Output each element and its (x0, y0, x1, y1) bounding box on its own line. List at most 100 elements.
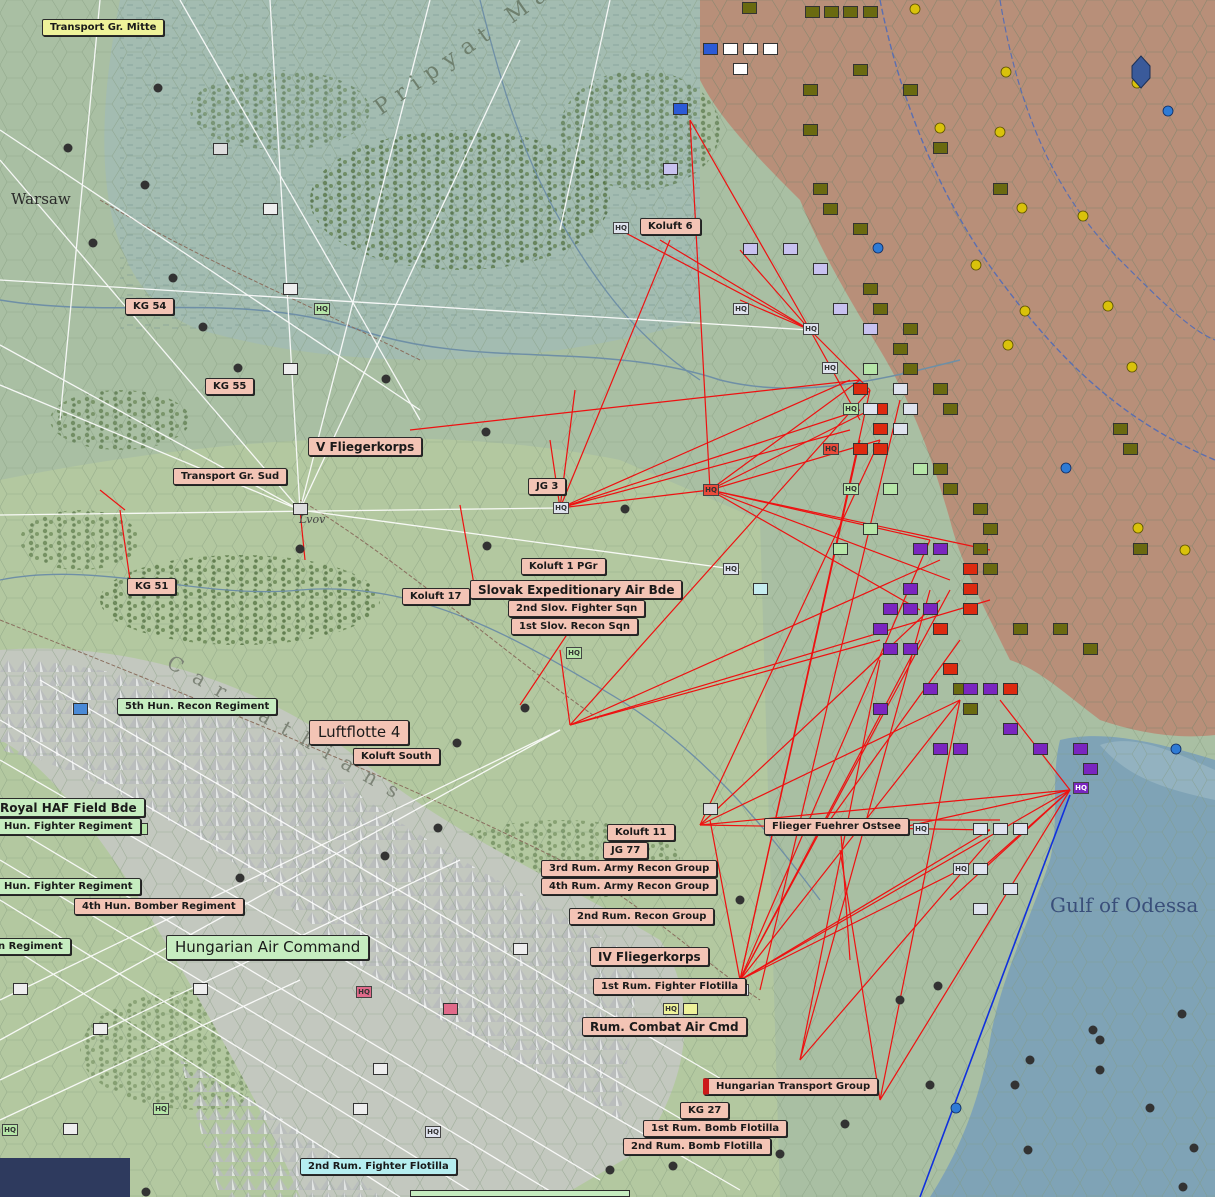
axis-unit-counter[interactable] (753, 583, 768, 595)
axis-unit-counter[interactable] (73, 703, 88, 715)
soviet-armor-counter[interactable] (963, 563, 978, 575)
axis-unit-counter[interactable] (973, 903, 988, 915)
hungarian-unit-counter[interactable] (903, 603, 918, 615)
axis-unit-counter[interactable] (893, 383, 908, 395)
label-kg-51[interactable]: KG 51 (127, 578, 177, 595)
label-v-fliegerkorps[interactable]: V Fliegerkorps (308, 437, 423, 456)
hungarian-unit-counter[interactable] (963, 683, 978, 695)
axis-unit-counter[interactable] (833, 543, 848, 555)
axis-unit-counter[interactable] (703, 803, 718, 815)
axis-unit-counter[interactable] (813, 263, 828, 275)
label-2nd-slov-fighter-sqn[interactable]: 2nd Slov. Fighter Sqn (508, 600, 646, 617)
label-hungarian-air-command[interactable]: Hungarian Air Command (166, 935, 370, 960)
label-koluft-south[interactable]: Koluft South (353, 748, 440, 765)
axis-unit-counter[interactable] (973, 823, 988, 835)
soviet-unit-counter[interactable] (903, 84, 918, 96)
hungarian-unit-counter[interactable] (873, 703, 888, 715)
soviet-unit-counter[interactable] (1083, 643, 1098, 655)
soviet-unit-counter[interactable] (1123, 443, 1138, 455)
soviet-unit-counter[interactable] (803, 124, 818, 136)
label-flieger-fuehrer-ostsee[interactable]: Flieger Fuehrer Ostsee (764, 818, 910, 835)
axis-unit-counter[interactable] (193, 983, 208, 995)
hungarian-unit-counter[interactable] (953, 743, 968, 755)
soviet-unit-counter[interactable] (973, 543, 988, 555)
hq-counter[interactable]: HQ (733, 303, 749, 315)
axis-unit-counter[interactable] (903, 403, 918, 415)
axis-unit-counter[interactable] (283, 363, 298, 375)
label-hungarian-transport-group[interactable]: Hungarian Transport Group (703, 1078, 879, 1095)
axis-unit-counter[interactable] (723, 43, 738, 55)
axis-unit-counter[interactable] (993, 823, 1008, 835)
axis-unit-counter[interactable] (213, 143, 228, 155)
axis-unit-counter[interactable] (703, 43, 718, 55)
hungarian-unit-counter[interactable] (933, 743, 948, 755)
hq-counter[interactable]: HQ (553, 502, 569, 514)
axis-unit-counter[interactable] (743, 43, 758, 55)
hungarian-unit-counter[interactable] (873, 623, 888, 635)
axis-unit-counter[interactable] (893, 423, 908, 435)
label-luftflotte-4[interactable]: Luftflotte 4 (309, 720, 410, 745)
hungarian-unit-counter[interactable] (1073, 743, 1088, 755)
axis-unit-counter[interactable] (743, 243, 758, 255)
axis-unit-counter[interactable] (353, 1103, 368, 1115)
axis-unit-counter[interactable] (863, 363, 878, 375)
soviet-unit-counter[interactable] (1133, 543, 1148, 555)
hungarian-unit-counter[interactable] (923, 683, 938, 695)
game-map[interactable]: Warsaw Lvov Pripyat Marshes Gulf of Odes… (0, 0, 1215, 1197)
soviet-armor-counter[interactable] (853, 443, 868, 455)
axis-unit-counter[interactable] (673, 103, 688, 115)
soviet-armor-counter[interactable] (963, 603, 978, 615)
soviet-armor-counter[interactable] (943, 663, 958, 675)
soviet-unit-counter[interactable] (993, 183, 1008, 195)
label-koluft-6[interactable]: Koluft 6 (640, 218, 701, 235)
axis-unit-counter[interactable] (93, 1023, 108, 1035)
axis-unit-counter[interactable] (663, 163, 678, 175)
axis-unit-counter[interactable] (863, 323, 878, 335)
soviet-unit-counter[interactable] (973, 503, 988, 515)
soviet-unit-counter[interactable] (933, 383, 948, 395)
soviet-unit-counter[interactable] (863, 6, 878, 18)
soviet-unit-counter[interactable] (863, 283, 878, 295)
soviet-armor-counter[interactable] (1003, 683, 1018, 695)
soviet-unit-counter[interactable] (903, 323, 918, 335)
label-3rd-rum-army-recon-group[interactable]: 3rd Rum. Army Recon Group (541, 860, 718, 877)
soviet-unit-counter[interactable] (893, 343, 908, 355)
axis-unit-counter[interactable] (263, 203, 278, 215)
label-koluft-11[interactable]: Koluft 11 (607, 824, 675, 841)
axis-unit-counter[interactable] (683, 1003, 698, 1015)
hungarian-unit-counter[interactable] (923, 603, 938, 615)
label-hun-regiment-partial[interactable]: n Regiment (0, 938, 71, 955)
axis-unit-counter[interactable] (13, 983, 28, 995)
hq-counter[interactable]: HQ (723, 563, 739, 575)
soviet-unit-counter[interactable] (1053, 623, 1068, 635)
hq-counter[interactable]: HQ (953, 863, 969, 875)
soviet-unit-counter[interactable] (853, 64, 868, 76)
label-transport-gr-mitte[interactable]: Transport Gr. Mitte (42, 19, 165, 36)
soviet-unit-counter[interactable] (823, 203, 838, 215)
hq-counter[interactable]: HQ (913, 823, 929, 835)
label-1st-slov-recon-sqn[interactable]: 1st Slov. Recon Sqn (511, 618, 639, 635)
hq-counter[interactable]: HQ (1073, 782, 1089, 794)
hungarian-unit-counter[interactable] (933, 543, 948, 555)
axis-unit-counter[interactable] (283, 283, 298, 295)
hq-counter[interactable]: HQ (823, 443, 839, 455)
axis-unit-counter[interactable] (973, 863, 988, 875)
soviet-armor-counter[interactable] (853, 383, 868, 395)
label-koluft-17[interactable]: Koluft 17 (402, 588, 470, 605)
label-transport-gr-sud[interactable]: Transport Gr. Sud (173, 468, 288, 485)
label-kg-27[interactable]: KG 27 (680, 1102, 730, 1119)
soviet-unit-counter[interactable] (943, 403, 958, 415)
label-royal-haf-field-bde[interactable]: Royal HAF Field Bde (0, 798, 145, 817)
hungarian-unit-counter[interactable] (1003, 723, 1018, 735)
hungarian-unit-counter[interactable] (903, 583, 918, 595)
label-2nd-rum-fighter-flotilla[interactable]: 2nd Rum. Fighter Flotilla (300, 1158, 457, 1175)
hq-counter[interactable]: HQ (803, 323, 819, 335)
hq-counter[interactable]: HQ (613, 222, 629, 234)
axis-unit-counter[interactable] (763, 43, 778, 55)
label-koluft-1-pgr[interactable]: Koluft 1 PGr (521, 558, 606, 575)
soviet-unit-counter[interactable] (813, 183, 828, 195)
soviet-unit-counter[interactable] (1113, 423, 1128, 435)
label-1st-rum-fighter-flotilla[interactable]: 1st Rum. Fighter Flotilla (593, 978, 747, 995)
axis-unit-counter[interactable] (863, 403, 878, 415)
soviet-unit-counter[interactable] (843, 6, 858, 18)
